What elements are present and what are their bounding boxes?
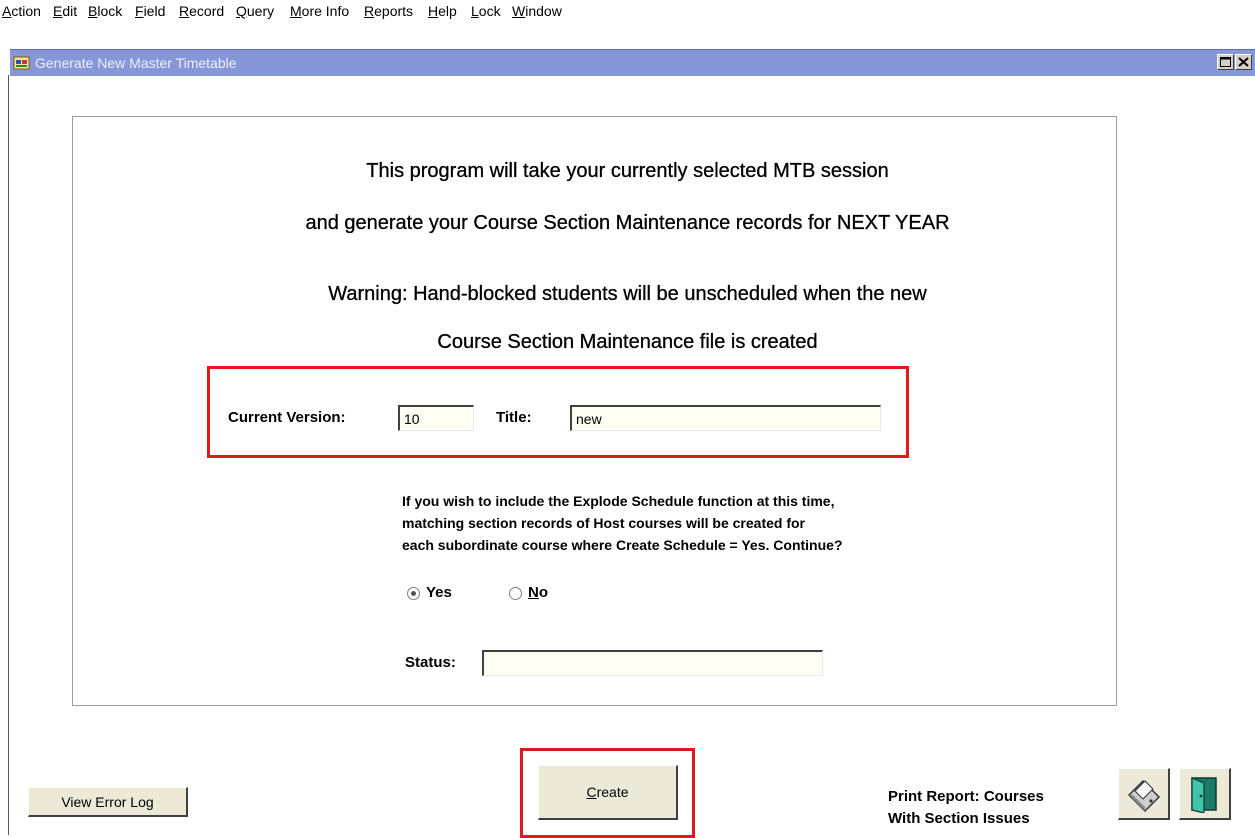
menu-more-info[interactable]: More Info	[290, 1, 349, 21]
title-label: Title:	[496, 409, 532, 426]
view-error-log-button[interactable]: View Error Log	[28, 787, 188, 817]
status-label: Status:	[405, 654, 456, 671]
window-title-bar[interactable]: Generate New Master Timetable	[10, 49, 1255, 76]
exit-door-icon	[1191, 777, 1217, 813]
menu-help[interactable]: Help	[428, 1, 457, 21]
explode-schedule-text: If you wish to include the Explode Sched…	[402, 490, 843, 556]
exit-button[interactable]	[1179, 768, 1231, 820]
intro-line-2: and generate your Course Section Mainten…	[305, 212, 950, 234]
radio-no[interactable]: No	[509, 584, 548, 601]
menu-query[interactable]: Query	[236, 1, 274, 21]
radio-yes-circle[interactable]	[407, 586, 420, 600]
window-left-border	[8, 75, 9, 835]
menu-block[interactable]: Block	[88, 1, 122, 21]
app-icon	[13, 54, 31, 72]
status-field[interactable]	[482, 650, 823, 676]
explode-line-3: each subordinate course where Create Sch…	[402, 537, 843, 553]
menu-lock[interactable]: Lock	[471, 1, 501, 21]
current-version-field[interactable]: 10	[398, 405, 474, 431]
print-report-button[interactable]	[1118, 768, 1170, 820]
intro-line-1: This program will take your currently se…	[366, 160, 889, 182]
menu-field[interactable]: Field	[135, 1, 165, 21]
menu-action[interactable]: Action	[2, 1, 41, 21]
title-field[interactable]: new	[570, 405, 881, 431]
print-report-label: Print Report: Courses With Section Issue…	[888, 788, 1044, 827]
printer-icon	[1127, 779, 1161, 813]
explode-line-2: matching section records of Host courses…	[402, 515, 805, 531]
close-button[interactable]	[1235, 54, 1252, 70]
warning-line-2: Course Section Maintenance file is creat…	[437, 331, 818, 353]
radio-no-circle[interactable]	[509, 586, 522, 600]
radio-yes[interactable]: Yes	[407, 584, 452, 601]
current-version-label: Current Version:	[228, 409, 346, 426]
radio-yes-label: Yes	[426, 584, 452, 601]
maximize-icon	[1220, 57, 1231, 67]
warning-line-1: Warning: Hand-blocked students will be u…	[328, 283, 927, 305]
menu-window[interactable]: Window	[512, 1, 562, 21]
menu-reports[interactable]: Reports	[364, 1, 413, 21]
menu-edit[interactable]: Edit	[53, 1, 77, 21]
menu-record[interactable]: Record	[179, 1, 224, 21]
maximize-button[interactable]	[1217, 54, 1234, 70]
menu-bar: Action Edit Block Field Record Query Mor…	[0, 0, 1255, 22]
close-icon	[1238, 57, 1249, 67]
create-button[interactable]: Create	[538, 765, 678, 820]
explode-line-1: If you wish to include the Explode Sched…	[402, 493, 835, 509]
window-title: Generate New Master Timetable	[35, 55, 237, 71]
